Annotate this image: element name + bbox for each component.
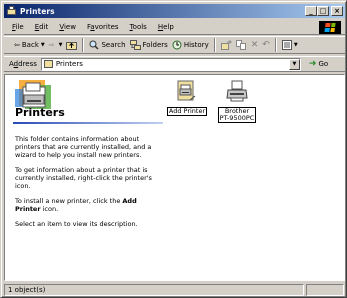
minimize-icon: _ <box>309 6 313 15</box>
maximize-button[interactable]: □ <box>317 6 329 16</box>
printers-header-art-icon <box>15 80 51 109</box>
window-title: Printers <box>20 6 55 16</box>
copy-to-button[interactable] <box>234 37 249 53</box>
views-button[interactable]: ▼ <box>280 37 300 53</box>
description-paragraph: This folder contains information about p… <box>15 135 152 159</box>
close-icon: × <box>334 6 340 15</box>
close-button[interactable]: × <box>331 6 343 16</box>
windows-logo-icon <box>319 21 341 34</box>
history-button[interactable]: History <box>170 37 211 53</box>
forward-arrow-icon: ⇨ <box>48 41 55 49</box>
up-folder-icon <box>66 42 78 50</box>
web-view-title: Printers <box>15 106 65 119</box>
minimize-button[interactable]: _ <box>305 6 317 16</box>
address-dropdown-icon[interactable]: ▼ <box>288 58 300 70</box>
folders-icon <box>129 40 141 50</box>
status-zone <box>306 283 344 296</box>
add-printer-item[interactable]: Add Printer <box>165 80 209 116</box>
printer-icon <box>225 80 249 104</box>
address-bar: Address Printers ▼ ➜ Go <box>4 56 345 72</box>
address-field[interactable]: Printers ▼ <box>40 57 301 71</box>
add-printer-label: Add Printer <box>166 107 208 116</box>
brother-printer-item[interactable]: Brother PT-9500PC <box>215 80 259 123</box>
add-printer-icon <box>175 80 199 104</box>
printers-folder-icon <box>43 60 53 68</box>
forward-dropdown-icon[interactable]: ▼ <box>59 42 63 48</box>
go-arrow-icon: ➜ <box>308 59 317 69</box>
folder-content: Printers This folder contains informatio… <box>4 74 345 281</box>
search-button[interactable]: Search <box>87 37 127 53</box>
title-bar[interactable]: Printers _ □ × <box>4 4 345 18</box>
menu-bar: File Edit View Favorites Tools Help <box>4 20 345 35</box>
menu-edit[interactable]: Edit <box>35 23 49 31</box>
undo-button[interactable]: ↶ <box>260 37 272 53</box>
views-icon <box>281 40 292 50</box>
status-text: 1 object(s) <box>4 283 304 296</box>
move-to-icon <box>220 40 232 50</box>
address-value: Printers <box>55 60 83 68</box>
menu-tools[interactable]: Tools <box>130 23 147 31</box>
up-folder-button[interactable] <box>64 37 79 53</box>
back-arrow-icon: ⇦ <box>14 41 20 49</box>
menu-file[interactable]: File <box>12 23 24 31</box>
standard-toolbar: ⇦ Back ▼ ⇨ ▼ Search Folders History ✕ ↶ … <box>4 36 345 54</box>
icon-view: Add Printer Brother PT-9500PC <box>165 75 344 275</box>
printers-folder-icon <box>6 6 17 16</box>
toolbar-separator <box>274 38 277 52</box>
web-view-description: This folder contains information about p… <box>15 135 161 235</box>
views-dropdown-icon[interactable]: ▼ <box>294 42 298 48</box>
explorer-window: Printers _ □ × File Edit View Favorites … <box>0 0 347 298</box>
web-view-panel: Printers This folder contains informatio… <box>13 75 163 275</box>
delete-icon: ✕ <box>250 40 259 50</box>
address-label: Address <box>9 60 37 68</box>
forward-button[interactable]: ⇨ ▼ <box>47 37 65 53</box>
go-button[interactable]: ➜ Go <box>309 59 328 69</box>
menu-view[interactable]: View <box>59 23 76 31</box>
description-paragraph: Select an item to view its description. <box>15 220 138 228</box>
status-bar: 1 object(s) <box>4 283 345 296</box>
undo-icon: ↶ <box>262 40 270 50</box>
toolbar-separator <box>213 38 216 52</box>
delete-button[interactable]: ✕ <box>249 37 261 53</box>
title-divider <box>13 122 163 124</box>
brother-printer-label: Brother PT-9500PC <box>217 107 257 123</box>
history-icon <box>172 40 182 50</box>
description-paragraph: To get information about a printer that … <box>15 166 152 190</box>
back-button[interactable]: ⇦ Back ▼ <box>12 37 47 53</box>
copy-to-icon <box>235 40 246 50</box>
menu-favorites[interactable]: Favorites <box>87 23 119 31</box>
description-paragraph: To install a new printer, click the Add … <box>15 197 137 213</box>
move-to-button[interactable] <box>219 37 234 53</box>
search-icon <box>89 40 99 50</box>
menu-help[interactable]: Help <box>158 23 174 31</box>
maximize-icon: □ <box>319 6 327 15</box>
back-dropdown-icon[interactable]: ▼ <box>41 42 45 48</box>
toolbar-separator <box>82 38 85 52</box>
folders-button[interactable]: Folders <box>128 37 170 53</box>
